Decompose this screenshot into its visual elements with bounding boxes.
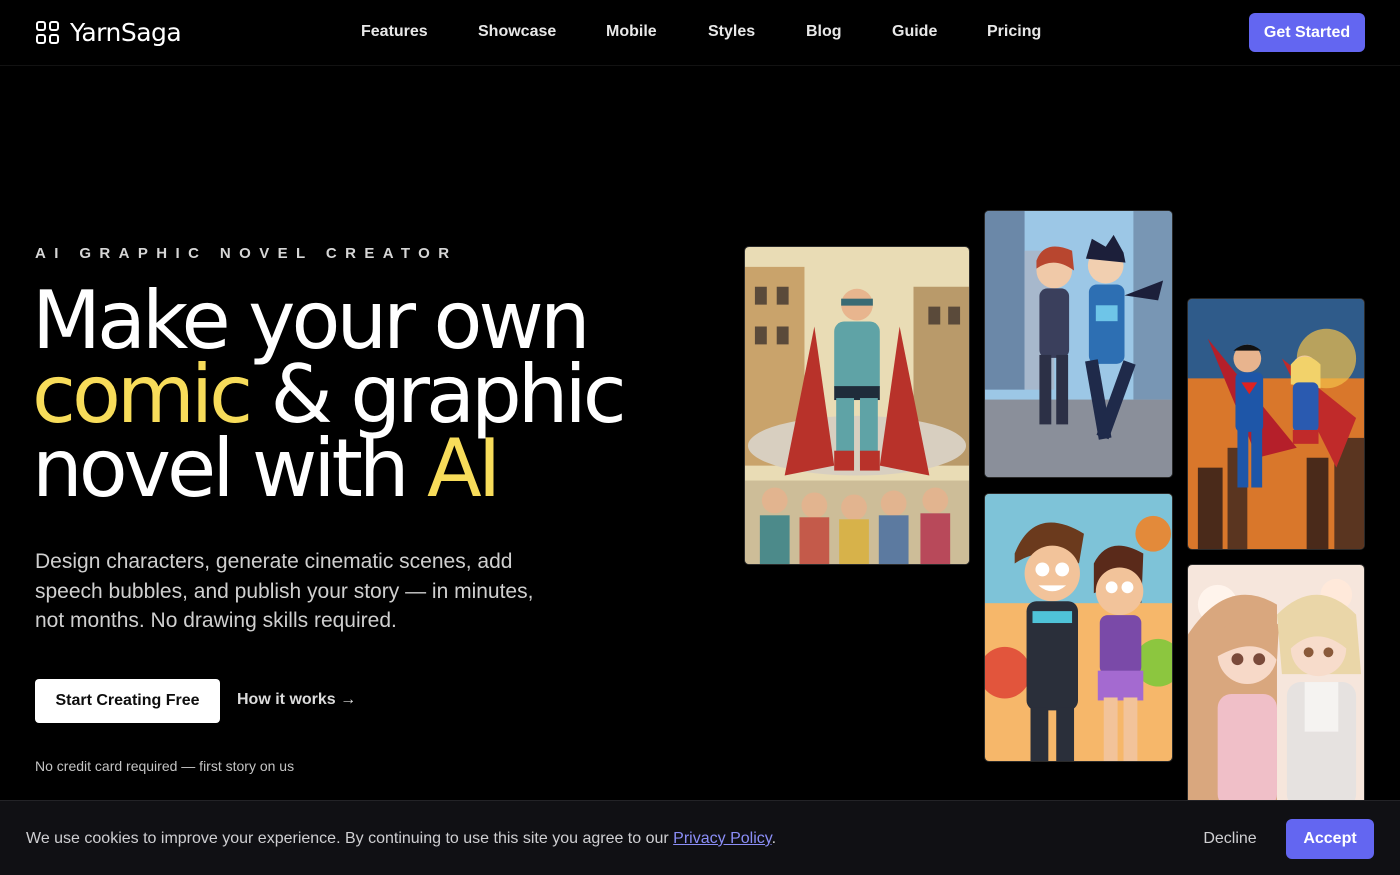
nav-link-guide[interactable]: Guide — [892, 23, 937, 41]
start-creating-button[interactable]: Start Creating Free — [35, 679, 220, 723]
hero-subtitle: Design characters, generate cinematic sc… — [35, 550, 534, 632]
anime-heroes-city-image — [984, 210, 1173, 478]
nav-link-features[interactable]: Features — [361, 23, 428, 41]
superhero-duo-flying-image — [1187, 298, 1365, 550]
hero-headline: Make your own comic & graphic novel with… — [32, 274, 627, 509]
accept-button[interactable]: Accept — [1286, 819, 1374, 859]
nav-link-pricing[interactable]: Pricing — [987, 23, 1041, 41]
how-it-works-link[interactable]: How it works → — [237, 691, 356, 709]
headline-highlight-ai: AI — [427, 422, 501, 515]
hero-eyebrow: AI GRAPHIC NOVEL CREATOR — [35, 245, 458, 262]
get-started-button[interactable]: Get Started — [1249, 13, 1365, 52]
nav-link-mobile[interactable]: Mobile — [606, 23, 657, 41]
cookie-banner: We use cookies to improve your experienc… — [0, 800, 1400, 875]
anime-couple-image — [1187, 564, 1365, 809]
decline-button[interactable]: Decline — [1187, 819, 1273, 859]
retro-superhero-comic-image — [744, 246, 970, 565]
fine-print: No credit card required — first story on… — [35, 758, 295, 774]
headline-line-2: comic & graphic — [32, 355, 627, 435]
headline-line-3: novel with AI — [32, 429, 623, 509]
cartoon-couple-image — [984, 493, 1173, 762]
nav-link-styles[interactable]: Styles — [708, 23, 755, 41]
headline-line-1: Make your own — [32, 274, 591, 367]
nav-links: Features Showcase Mobile Styles Blog Gui… — [0, 23, 1400, 43]
headline-line-3-rest: novel with — [32, 422, 428, 515]
top-nav: YarnSaga Features Showcase Mobile Styles… — [0, 0, 1400, 66]
nav-link-blog[interactable]: Blog — [806, 23, 842, 41]
nav-link-showcase[interactable]: Showcase — [478, 23, 556, 41]
cookie-text: We use cookies to improve your experienc… — [26, 830, 776, 848]
cookie-suffix: . — [771, 830, 777, 847]
privacy-policy-link[interactable]: Privacy Policy — [673, 830, 771, 847]
cookie-message: We use cookies to improve your experienc… — [26, 830, 674, 847]
